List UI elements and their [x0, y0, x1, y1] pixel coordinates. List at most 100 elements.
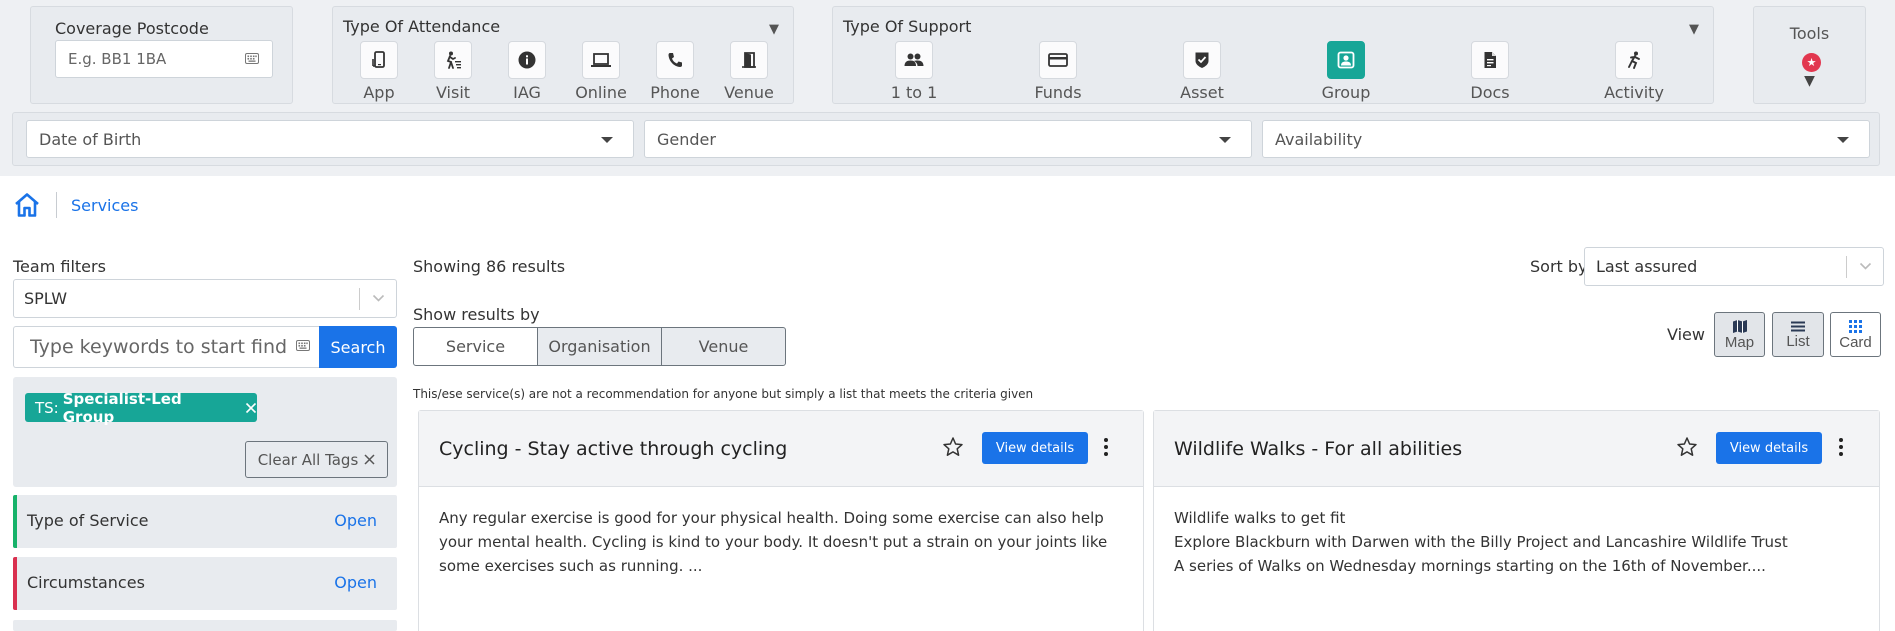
date-of-birth-text: Date of Birth [39, 130, 142, 149]
support-option-label: 1 to 1 [890, 83, 938, 102]
support-caret-icon[interactable]: ▼ [1689, 22, 1699, 37]
team-filters-label: Team filters [13, 257, 106, 276]
mobile-icon [369, 50, 389, 70]
tag-chip-value: Specialist-Led Group [62, 389, 182, 426]
info-icon [517, 50, 537, 70]
service-card-text: A series of Walks on Wednesday mornings … [1174, 557, 1766, 575]
show-results-by-toggle: Service Organisation Venue [413, 327, 786, 366]
home-icon[interactable] [13, 192, 41, 218]
sort-by-value: Last assured [1596, 257, 1698, 276]
view-label: View [1667, 325, 1705, 344]
show-by-service[interactable]: Service [413, 327, 538, 366]
view-list-button[interactable]: List [1772, 312, 1824, 357]
show-by-organisation[interactable]: Organisation [537, 327, 662, 366]
support-option-funds[interactable]: Funds [1026, 41, 1090, 102]
breadcrumb: Services [13, 190, 138, 220]
clear-all-tags-button[interactable]: Clear All Tags [245, 441, 388, 478]
close-icon[interactable] [245, 402, 257, 414]
support-label: Type Of Support [843, 17, 972, 36]
keyboard-icon [296, 340, 310, 351]
attendance-option-phone[interactable]: Phone [643, 41, 707, 102]
accordion-type-of-service[interactable]: Type of Service Open [13, 495, 397, 548]
service-card-header: Wildlife Walks - For all abilities View … [1154, 411, 1879, 487]
attendance-option-iag[interactable]: IAG [495, 41, 559, 102]
availability-select[interactable]: Availability [1262, 120, 1870, 158]
support-option-docs[interactable]: Docs [1458, 41, 1522, 102]
map-icon [1732, 319, 1748, 334]
caret-down-icon [1219, 137, 1231, 143]
breadcrumb-divider [56, 192, 57, 218]
chevron-down-icon [372, 294, 385, 303]
star-outline-icon[interactable] [1676, 436, 1698, 458]
support-option-label: Activity [1604, 83, 1664, 102]
support-option-1to1[interactable]: 1 to 1 [882, 41, 946, 102]
breadcrumb-services[interactable]: Services [71, 196, 138, 215]
document-icon [1480, 50, 1500, 70]
show-by-venue[interactable]: Venue [661, 327, 786, 366]
accordion-open-link[interactable]: Open [334, 573, 377, 592]
phone-icon [665, 50, 685, 70]
support-option-activity[interactable]: Activity [1602, 41, 1666, 102]
keyword-search-input[interactable] [13, 326, 320, 368]
service-card-description: Wildlife walks to get fit Explore Blackb… [1174, 506, 1861, 578]
service-card-text: Explore Blackburn with Darwen with the B… [1174, 533, 1788, 551]
support-option-label: Docs [1470, 83, 1510, 102]
tools-caret-icon[interactable]: ▼ [1754, 73, 1865, 89]
star-icon[interactable]: ★ [1802, 53, 1821, 72]
tag-chip-specialist-led-group: TS: Specialist-Led Group [25, 390, 257, 426]
caret-down-icon [601, 137, 613, 143]
support-option-label: Group [1321, 83, 1371, 102]
visit-icon [443, 50, 463, 70]
more-vertical-icon[interactable] [1837, 436, 1845, 458]
gender-select[interactable]: Gender [644, 120, 1252, 158]
search-button[interactable]: Search [319, 326, 397, 368]
attendance-option-online[interactable]: Online [569, 41, 633, 102]
support-option-group[interactable]: Group [1314, 41, 1378, 102]
team-filters-value: SPLW [24, 289, 68, 308]
disclaimer-text: This/ese service(s) are not a recommenda… [413, 387, 1034, 401]
team-filters-select[interactable]: SPLW [13, 279, 397, 318]
postcode-input[interactable] [55, 40, 273, 78]
sort-by-select[interactable]: Last assured [1584, 247, 1884, 286]
accordion-open-link[interactable]: Open [334, 511, 377, 530]
attendance-option-label: App [363, 83, 395, 102]
star-outline-icon[interactable] [942, 436, 964, 458]
active-tags-panel: TS: Specialist-Led Group Clear All Tags [13, 377, 397, 487]
accordion-circumstances[interactable]: Circumstances Open [13, 557, 397, 610]
activity-icon [1624, 50, 1644, 70]
accordion-partial[interactable] [13, 620, 397, 631]
attendance-caret-icon[interactable]: ▼ [769, 22, 779, 37]
view-card-button[interactable]: Card [1830, 312, 1881, 357]
service-card: Wildlife Walks - For all abilities View … [1153, 410, 1880, 631]
view-details-button[interactable]: View details [1716, 432, 1822, 464]
grid-icon [1848, 319, 1863, 334]
service-card-title[interactable]: Wildlife Walks - For all abilities [1174, 438, 1462, 460]
list-icon [1790, 320, 1806, 333]
date-of-birth-select[interactable]: Date of Birth [26, 120, 634, 158]
view-list-label: List [1786, 332, 1810, 350]
service-card-title[interactable]: Cycling - Stay active through cycling [439, 438, 787, 460]
view-map-label: Map [1724, 333, 1755, 351]
attendance-option-venue[interactable]: Venue [717, 41, 781, 102]
view-details-button[interactable]: View details [982, 432, 1088, 464]
sort-by-label: Sort by [1530, 257, 1588, 276]
group-icon [1336, 50, 1356, 70]
keyboard-icon [245, 53, 259, 64]
attendance-option-visit[interactable]: Visit [421, 41, 485, 102]
top-filter-bar: Coverage Postcode Type Of Attendance ▼ A… [0, 0, 1895, 176]
tools-panel[interactable]: Tools ★ ▼ [1753, 6, 1866, 104]
view-card-label: Card [1839, 333, 1872, 351]
clear-all-tags-label: Clear All Tags [257, 450, 359, 469]
tag-chip-prefix: TS: [35, 398, 59, 417]
attendance-option-label: Online [575, 83, 627, 102]
view-map-button[interactable]: Map [1714, 312, 1765, 357]
select-divider [1846, 256, 1847, 278]
accordion-label: Type of Service [27, 511, 149, 530]
attendance-option-label: Phone [650, 83, 700, 102]
select-divider [359, 288, 360, 310]
support-option-asset[interactable]: Asset [1170, 41, 1234, 102]
laptop-icon [590, 50, 612, 70]
attendance-option-app[interactable]: App [347, 41, 411, 102]
support-panel: Type Of Support ▼ 1 to 1 Funds Asset Gro… [832, 6, 1714, 104]
more-vertical-icon[interactable] [1102, 436, 1110, 458]
